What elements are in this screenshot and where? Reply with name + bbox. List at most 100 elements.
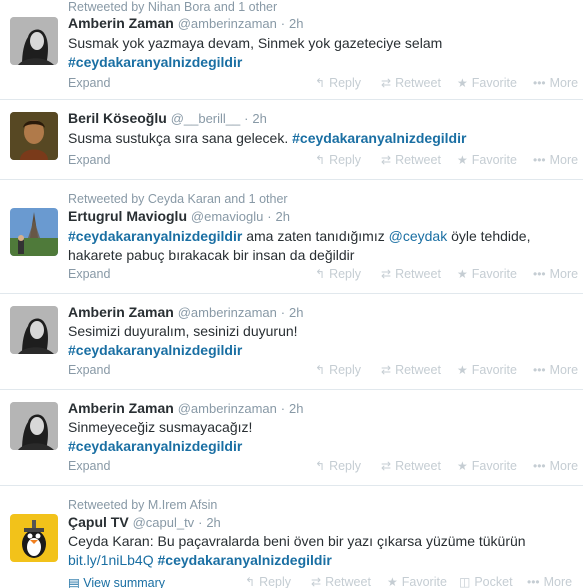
avatar-amberin-zaman[interactable] (10, 402, 58, 450)
favorite-button[interactable]: ★ Favorite (457, 267, 517, 281)
timestamp[interactable]: 2h (289, 305, 303, 320)
avatar-amberin-zaman[interactable] (10, 306, 58, 354)
favorite-label: Favorite (471, 363, 517, 377)
author-handle[interactable]: @amberinzaman (178, 401, 277, 416)
favorite-label: Favorite (471, 153, 517, 167)
author-name[interactable]: Amberin Zaman (68, 15, 174, 31)
hashtag-link[interactable]: #ceydakaranyalnizdegildir (68, 228, 242, 244)
tweet-5[interactable]: Amberin Zaman @amberinzaman · 2h Sinmeye… (0, 390, 583, 486)
author-name[interactable]: Beril Köseoğlu (68, 110, 167, 126)
author-handle[interactable]: @__berill__ (171, 111, 241, 126)
author-name[interactable]: Amberin Zaman (68, 304, 174, 320)
retweet-label: Retweet (395, 153, 441, 167)
reply-button[interactable]: ↰ Reply (315, 363, 361, 377)
retweet-icon: ⇄ (381, 153, 392, 167)
tweet-2[interactable]: Beril Köseoğlu @__berill__ · 2h Susma su… (0, 100, 583, 180)
favorite-button[interactable]: ★ Favorite (457, 153, 517, 167)
retweet-button[interactable]: ⇄ Retweet (381, 76, 441, 90)
tweet-text: Susmak yok yazmaya devam, Sinmek yok gaz… (68, 34, 573, 72)
more-label: More (549, 459, 579, 473)
reply-button[interactable]: ↰ Reply (315, 459, 361, 473)
favorite-button[interactable]: ★ Favorite (387, 575, 447, 588)
retweet-label: Retweet (395, 363, 441, 377)
retweet-button[interactable]: ⇄ Retweet (381, 459, 441, 473)
retweet-icon: ⇄ (381, 363, 392, 377)
more-button[interactable]: ••• More (533, 363, 578, 377)
more-label: More (549, 363, 579, 377)
tweet-1[interactable]: Retweeted by Nihan Bora and 1 other Ambe… (0, 0, 583, 100)
hashtag-link[interactable]: #ceydakaranyalnizdegildir (158, 552, 332, 568)
favorite-label: Favorite (471, 459, 517, 473)
view-summary-link[interactable]: ▤ View summary (68, 575, 165, 588)
timestamp[interactable]: 2h (206, 515, 220, 530)
expand-link[interactable]: Expand (68, 76, 110, 90)
reply-label: Reply (329, 363, 362, 377)
author-name[interactable]: Çapul TV (68, 514, 129, 530)
expand-link[interactable]: Expand (68, 459, 110, 473)
author-handle[interactable]: @emavioglu (191, 209, 263, 224)
author-handle[interactable]: @amberinzaman (178, 305, 277, 320)
tweet-3[interactable]: Retweeted by Ceyda Karan and 1 other Ert… (0, 180, 583, 294)
tweet-4[interactable]: Amberin Zaman @amberinzaman · 2h Sesimiz… (0, 294, 583, 390)
more-button[interactable]: ••• More (533, 267, 578, 281)
expand-link[interactable]: Expand (68, 153, 110, 167)
more-button[interactable]: ••• More (527, 575, 572, 588)
separator: · (267, 209, 272, 224)
retweet-label: Retweet (395, 459, 441, 473)
author-handle[interactable]: @amberinzaman (178, 16, 277, 31)
avatar-amberin-zaman[interactable] (10, 17, 58, 65)
hashtag-link[interactable]: #ceydakaranyalnizdegildir (68, 438, 242, 454)
more-button[interactable]: ••• More (533, 76, 578, 90)
retweet-icon: ⇄ (311, 575, 322, 588)
tweet-text-line: Susma sustukça sıra sana gelecek. (68, 130, 289, 146)
separator: · (198, 515, 203, 530)
reply-button[interactable]: ↰ Reply (245, 575, 291, 588)
avatar-beril-koseoglu[interactable] (10, 112, 58, 160)
tweet-6[interactable]: Retweeted by M.Irem Afsin Çapul TV @capu… (0, 486, 583, 588)
star-icon: ★ (387, 575, 398, 588)
retweet-button[interactable]: ⇄ Retweet (381, 267, 441, 281)
pocket-icon: ◫ (459, 575, 471, 588)
timestamp[interactable]: 2h (289, 401, 303, 416)
retweet-button[interactable]: ⇄ Retweet (381, 363, 441, 377)
author-handle[interactable]: @capul_tv (133, 515, 195, 530)
more-button[interactable]: ••• More (533, 153, 578, 167)
reply-button[interactable]: ↰ Reply (315, 267, 361, 281)
retweet-button[interactable]: ⇄ Retweet (381, 153, 441, 167)
timestamp[interactable]: 2h (275, 209, 289, 224)
favorite-button[interactable]: ★ Favorite (457, 459, 517, 473)
reply-button[interactable]: ↰ Reply (315, 76, 361, 90)
tweet-header: Amberin Zaman @amberinzaman · 2h (68, 400, 303, 416)
timestamp[interactable]: 2h (289, 16, 303, 31)
avatar-capul-tv[interactable] (10, 514, 58, 562)
reply-label: Reply (329, 459, 362, 473)
tweet-text-line: Susmak yok yazmaya devam, Sinmek yok gaz… (68, 35, 443, 51)
tweet-text-line: Sesimizi duyuralım, sesinizi duyurun! (68, 323, 298, 339)
favorite-button[interactable]: ★ Favorite (457, 76, 517, 90)
retweet-label: Retweet (325, 575, 371, 588)
mention-link[interactable]: @ceydak (389, 228, 448, 244)
reply-button[interactable]: ↰ Reply (315, 153, 361, 167)
more-button[interactable]: ••• More (533, 459, 578, 473)
hashtag-link[interactable]: #ceydakaranyalnizdegildir (68, 342, 242, 358)
hashtag-link[interactable]: #ceydakaranyalnizdegildir (68, 54, 242, 70)
favorite-button[interactable]: ★ Favorite (457, 363, 517, 377)
author-name[interactable]: Amberin Zaman (68, 400, 174, 416)
retweet-context: Retweeted by Ceyda Karan and 1 other (68, 192, 288, 206)
retweet-icon: ⇄ (381, 76, 392, 90)
hashtag-link[interactable]: #ceydakaranyalnizdegildir (292, 130, 466, 146)
tweet-text: Sesimizi duyuralım, sesinizi duyurun! #c… (68, 322, 573, 360)
timestamp[interactable]: 2h (252, 111, 266, 126)
url-link[interactable]: bit.ly/1niLb4Q (68, 552, 154, 568)
author-name[interactable]: Ertugrul Mavioglu (68, 208, 187, 224)
view-summary-label: View summary (83, 576, 166, 588)
more-icon: ••• (533, 267, 546, 281)
more-label: More (549, 76, 579, 90)
expand-link[interactable]: Expand (68, 363, 110, 377)
expand-link[interactable]: Expand (68, 267, 110, 281)
pocket-button[interactable]: ◫ Pocket (459, 575, 513, 588)
tweet-text-part: ama zaten tanıdığımız (246, 228, 385, 244)
avatar-ertugrul-mavioglu[interactable] (10, 208, 58, 256)
tweet-header: Amberin Zaman @amberinzaman · 2h (68, 15, 303, 31)
retweet-button[interactable]: ⇄ Retweet (311, 575, 371, 588)
